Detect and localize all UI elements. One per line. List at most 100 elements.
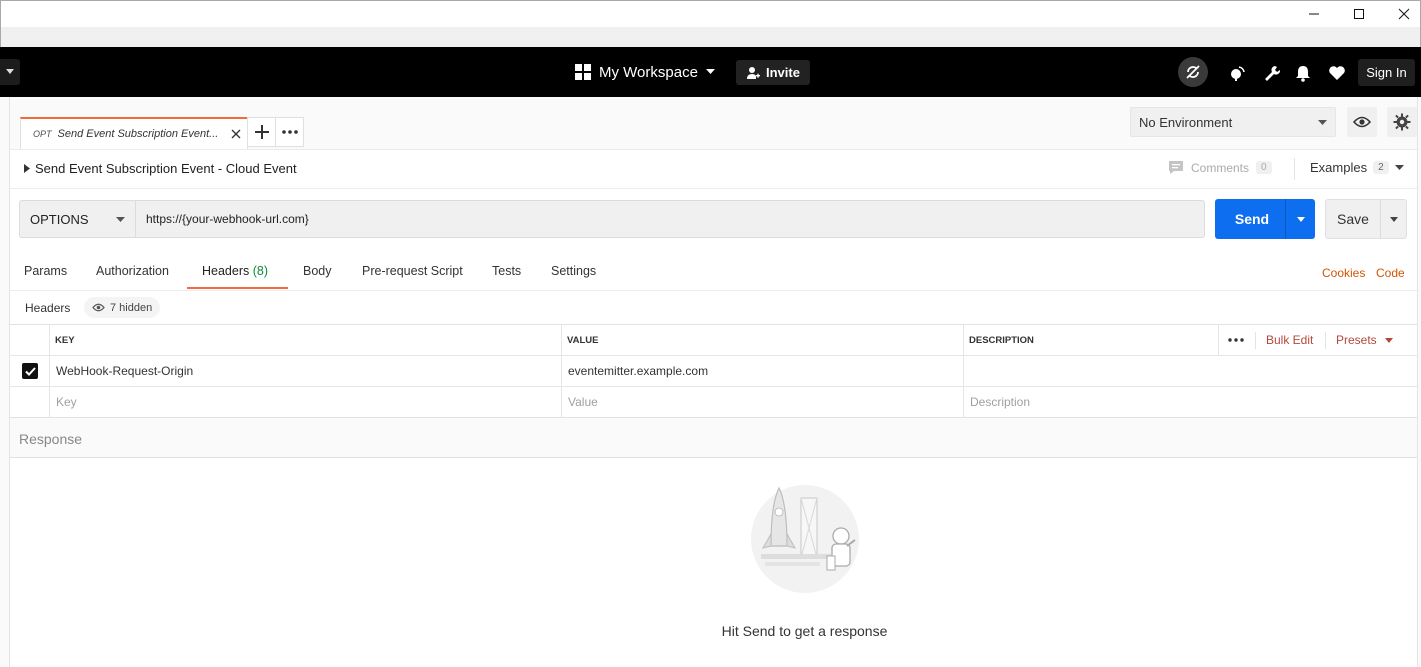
code-link[interactable]: Code — [1376, 266, 1405, 280]
send-button[interactable]: Send — [1215, 199, 1315, 239]
tab-name: Send Event Subscription Event... — [57, 128, 219, 140]
window-gap — [0, 27, 1421, 47]
divider — [1294, 158, 1295, 180]
environment-quick-look-button[interactable] — [1347, 107, 1377, 137]
key-cell[interactable]: WebHook-Request-Origin — [50, 356, 562, 386]
response-header: Response — [10, 417, 1417, 458]
eye-icon — [92, 303, 105, 312]
sign-in-button[interactable]: Sign In — [1358, 59, 1415, 86]
chevron-down-icon — [6, 69, 14, 74]
chevron-down-icon — [1389, 216, 1398, 222]
request-subtabs: Params Authorization Headers (8) Body Pr… — [10, 249, 1417, 291]
comments-count: 0 — [1256, 161, 1272, 174]
request-title-bar: Send Event Subscription Event - Cloud Ev… — [10, 149, 1417, 189]
request-tab[interactable]: OPT Send Event Subscription Event... — [20, 117, 248, 149]
examples-count: 2 — [1373, 161, 1389, 174]
gear-icon — [1393, 113, 1411, 131]
workspace-label: My Workspace — [599, 63, 698, 81]
invite-button[interactable]: Invite — [736, 60, 810, 85]
tab-options-button[interactable] — [275, 117, 304, 147]
chevron-down-icon — [1318, 119, 1327, 125]
tab-authorization[interactable]: Authorization — [96, 264, 169, 278]
description-cell[interactable] — [964, 356, 1417, 386]
tab-tests[interactable]: Tests — [492, 264, 521, 278]
save-label: Save — [1337, 211, 1369, 227]
new-tab-button[interactable] — [247, 117, 276, 147]
workspace-switcher[interactable]: My Workspace — [575, 61, 715, 83]
chevron-down-icon — [1296, 216, 1305, 222]
request-url-bar: OPTIONS https://{your-webhook-url.com} S… — [10, 189, 1417, 249]
response-hint: Hit Send to get a response — [721, 623, 888, 639]
maximize-icon[interactable] — [1336, 3, 1382, 25]
response-panel: Hit Send to get a response — [10, 458, 1417, 667]
heart-icon[interactable] — [1324, 60, 1350, 86]
bell-icon[interactable] — [1290, 60, 1316, 86]
divider — [1325, 332, 1326, 349]
environment-select[interactable]: No Environment — [1130, 107, 1336, 137]
active-tab-indicator — [187, 287, 288, 289]
examples-dropdown[interactable]: Examples 2 — [1310, 160, 1404, 175]
more-horizontal-icon — [281, 130, 298, 134]
rocket-astronaut-illustration — [751, 485, 859, 593]
caret-right-icon[interactable] — [24, 164, 30, 173]
table-row: WebHook-Request-Origin eventemitter.exam… — [10, 356, 1417, 387]
key-input[interactable]: Key — [50, 387, 562, 417]
method-select[interactable]: OPTIONS — [19, 200, 135, 238]
divider — [1255, 332, 1256, 349]
presets-label: Presets — [1336, 333, 1377, 347]
tab-settings[interactable]: Settings — [551, 264, 596, 278]
url-input[interactable]: https://{your-webhook-url.com} — [135, 200, 1205, 238]
tab-body[interactable]: Body — [303, 264, 332, 278]
send-label: Send — [1234, 211, 1270, 227]
tab-prerequest-script[interactable]: Pre-request Script — [362, 264, 463, 278]
hidden-count-label: 7 hidden — [110, 301, 153, 314]
save-button[interactable]: Save — [1325, 199, 1407, 239]
app-header: My Workspace Invite Sign In — [0, 47, 1421, 97]
sync-off-icon[interactable] — [1178, 57, 1208, 87]
row-checkbox-cell — [10, 387, 50, 417]
nav-dropdown-button[interactable] — [0, 59, 20, 85]
value-column-header: VALUE — [562, 325, 964, 355]
window-titlebar — [0, 0, 1421, 27]
manage-environments-button[interactable] — [1387, 107, 1417, 137]
save-options-button[interactable] — [1380, 200, 1406, 238]
headers-label: Headers — [25, 301, 71, 315]
check-icon — [24, 366, 36, 376]
hidden-headers-toggle[interactable]: 7 hidden — [84, 297, 161, 318]
headers-toolbar: Headers 7 hidden — [10, 291, 1417, 324]
chevron-down-icon — [116, 216, 125, 222]
value-cell[interactable]: eventemitter.example.com — [562, 356, 964, 386]
add-user-icon — [747, 66, 760, 79]
chevron-down-icon — [1394, 165, 1404, 170]
tab-params[interactable]: Params — [24, 264, 67, 278]
invite-label: Invite — [766, 65, 800, 80]
table-options-button[interactable] — [1228, 325, 1244, 355]
description-input[interactable]: Description — [964, 387, 1417, 417]
value-input[interactable]: Value — [562, 387, 964, 417]
comments-button[interactable]: Comments 0 — [1168, 160, 1272, 175]
tab-headers[interactable]: Headers (8) — [202, 264, 268, 278]
comment-icon — [1169, 161, 1183, 174]
environment-label: No Environment — [1139, 114, 1233, 130]
cookies-link[interactable]: Cookies — [1322, 266, 1365, 280]
minimize-icon[interactable] — [1291, 3, 1337, 25]
tab-headers-count: (8) — [252, 264, 269, 278]
send-options-button[interactable] — [1285, 199, 1315, 239]
headers-table: KEY VALUE DESCRIPTION Bulk Edit Presets … — [10, 324, 1417, 418]
eye-icon — [1353, 116, 1371, 128]
bulk-edit-link[interactable]: Bulk Edit — [1266, 325, 1313, 355]
collapsed-sidebar — [0, 97, 10, 667]
close-tab-icon[interactable] — [231, 129, 241, 139]
tab-method: OPT — [33, 129, 52, 139]
row-checkbox[interactable] — [22, 363, 38, 379]
close-icon[interactable] — [1381, 3, 1421, 25]
chevron-down-icon — [705, 69, 715, 74]
key-column-header: KEY — [50, 325, 562, 355]
wrench-icon[interactable] — [1259, 60, 1285, 86]
description-column-header: DESCRIPTION — [964, 325, 1219, 355]
satellite-icon[interactable] — [1224, 60, 1250, 86]
request-title[interactable]: Send Event Subscription Event - Cloud Ev… — [35, 161, 297, 176]
request-tab-bar: OPT Send Event Subscription Event... No … — [10, 97, 1417, 149]
method-label: OPTIONS — [30, 211, 89, 227]
presets-dropdown[interactable]: Presets — [1336, 325, 1393, 355]
